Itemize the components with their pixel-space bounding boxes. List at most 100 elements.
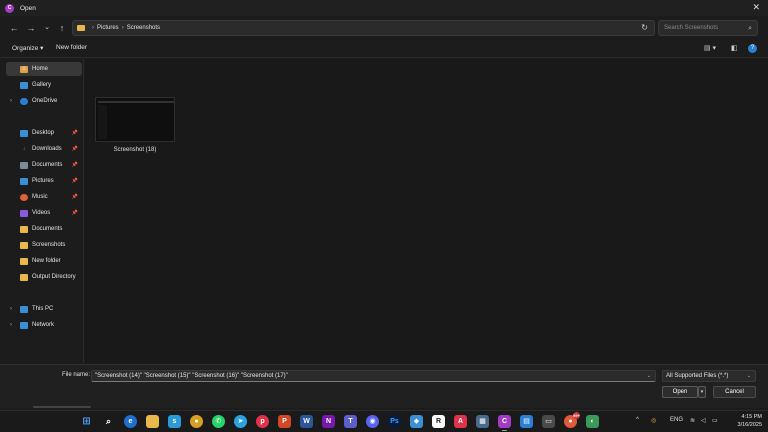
headset-icon[interactable]: ◎ [651,417,656,424]
sidebar-item-documents[interactable]: Documents 📌 [6,158,82,172]
app-icon[interactable]: ◐ [586,415,599,428]
app-icon[interactable]: ● 99+ [564,412,580,428]
app-a-icon[interactable]: A [454,415,467,428]
search-placeholder: Search Screenshots [664,25,719,31]
open-button[interactable]: Open [662,386,698,398]
breadcrumb-screenshots[interactable]: Screenshots [127,25,160,31]
address-bar[interactable]: › Pictures › Screenshots ↻ [72,20,655,36]
sidebar-item-home[interactable]: ⌂ Home [6,62,82,76]
onenote-icon[interactable]: N [322,415,335,428]
horizontal-scrollbar[interactable] [33,406,91,408]
volume-icon[interactable]: ◁ [701,417,706,424]
chevron-down-icon: ⌄ [746,373,751,379]
search-icon: ⌕ [748,25,752,32]
photoshop-icon[interactable]: Ps [388,415,401,428]
pin-icon[interactable]: 📌 [72,130,78,136]
forward-arrow-icon[interactable]: → [25,21,37,35]
help-icon[interactable]: ? [748,44,757,53]
pin-icon[interactable]: 📌 [72,162,78,168]
chevron-right-icon: › [92,25,94,31]
pin-icon[interactable]: 📌 [72,194,78,200]
sidebar-item-output-directory[interactable]: Output Directory [6,270,82,284]
back-arrow-icon[interactable]: ← [8,21,20,35]
open-dropdown-button[interactable]: ▾ [698,386,706,398]
navigation-bar: ← → ⌄ ↑ › Pictures › Screenshots ↻ Searc… [0,17,768,39]
folder-icon [20,225,28,233]
sidebar-item-screenshots[interactable]: Screenshots [6,238,82,252]
refresh-icon[interactable]: ↻ [641,23,648,32]
chevron-right-icon[interactable]: › [10,322,12,328]
language-indicator[interactable]: ENG [670,417,683,423]
chevron-right-icon[interactable]: › [10,306,12,312]
cancel-button[interactable]: Cancel [713,386,756,398]
desktop-icon [20,129,28,137]
file-name-label: File name: [62,372,91,378]
organize-menu[interactable]: Organize ▾ [12,44,43,52]
gallery-icon [20,81,28,89]
folder-icon [20,257,28,265]
active-app-icon[interactable]: C [498,415,511,431]
file-type-select[interactable]: All Supported Files (*.*) ⌄ [662,370,756,382]
file-thumbnail [95,97,175,142]
sidebar-item-music[interactable]: Music 📌 [6,190,82,204]
preview-pane-icon[interactable]: ◧ [731,44,738,52]
date: 3/16/2025 [737,422,762,428]
app-icon[interactable]: ▭ [542,415,555,428]
app-r-icon[interactable]: R [432,415,445,428]
discord-icon[interactable]: ◉ [366,415,379,428]
chrome-icon[interactable]: ● [190,415,203,428]
new-folder-button[interactable]: New folder [56,44,87,51]
clock[interactable]: 4:15 PM 3/16/2025 [738,413,762,429]
start-icon[interactable]: ⊞ [80,415,93,428]
download-icon: ↓ [22,145,26,152]
pin-icon[interactable]: 📌 [72,210,78,216]
sidebar-item-pictures[interactable]: Pictures 📌 [6,174,82,188]
battery-icon[interactable]: ▭ [712,417,718,424]
word-icon[interactable]: W [300,415,313,428]
view-options-icon[interactable]: ▤ ▾ [704,44,716,52]
edge-icon[interactable]: e [124,415,137,428]
search-icon[interactable]: ⌕ [102,415,115,428]
telegram-icon[interactable]: ➤ [234,415,247,428]
folder-icon [20,241,28,249]
pin-icon[interactable]: 📌 [72,146,78,152]
home-icon: ⌂ [20,65,28,73]
sidebar-item-documents-folder[interactable]: Documents [6,222,82,236]
close-icon[interactable]: ✕ [752,2,760,13]
recent-chevron-icon[interactable]: ⌄ [41,21,53,35]
music-icon [20,193,28,201]
sidebar-item-videos[interactable]: Videos 📌 [6,206,82,220]
notification-badge: 99+ [573,412,580,419]
up-arrow-icon[interactable]: ↑ [56,21,68,35]
file-name: Screenshot (18) [113,147,157,153]
search-input[interactable]: Search Screenshots ⌕ [658,20,758,36]
pin-icon[interactable]: 📌 [72,178,78,184]
chevron-up-icon[interactable]: ^ [636,417,639,423]
sidebar-item-gallery[interactable]: Gallery [6,78,82,92]
teams-icon[interactable]: T [344,415,357,428]
pinterest-icon[interactable]: p [256,415,269,428]
app-icon[interactable]: s [168,415,181,428]
breadcrumb-pictures[interactable]: Pictures [97,25,119,31]
powerpoint-icon[interactable]: P [278,415,291,428]
whatsapp-icon[interactable]: ✆ [212,415,225,428]
time: 4:15 PM [741,414,762,420]
sidebar-item-this-pc[interactable]: › This PC [6,302,82,316]
chevron-down-icon[interactable]: ⌄ [647,371,651,381]
navigation-pane: ⌂ Home Gallery › OneDrive Desktop 📌 ↓ Do… [0,59,84,363]
sidebar-item-network[interactable]: › Network [6,318,82,332]
app-icon[interactable]: ▦ [476,415,489,428]
sidebar-item-onedrive[interactable]: › OneDrive [6,94,82,108]
sidebar-item-downloads[interactable]: ↓ Downloads 📌 [6,142,82,156]
wifi-icon[interactable]: ≋ [690,417,695,424]
file-explorer-icon[interactable] [146,415,159,428]
file-name-input[interactable]: "Screenshot (14)" "Screenshot (15)" "Scr… [91,370,656,382]
pc-icon [20,305,28,313]
sidebar-item-new-folder[interactable]: New folder [6,254,82,268]
chevron-right-icon[interactable]: › [10,98,12,104]
app-icon[interactable]: ◆ [410,415,423,428]
file-item[interactable]: Screenshot (18) [95,97,175,157]
app-icon[interactable]: ▤ [520,415,533,428]
sidebar-item-desktop[interactable]: Desktop 📌 [6,126,82,140]
network-icon [20,321,28,329]
